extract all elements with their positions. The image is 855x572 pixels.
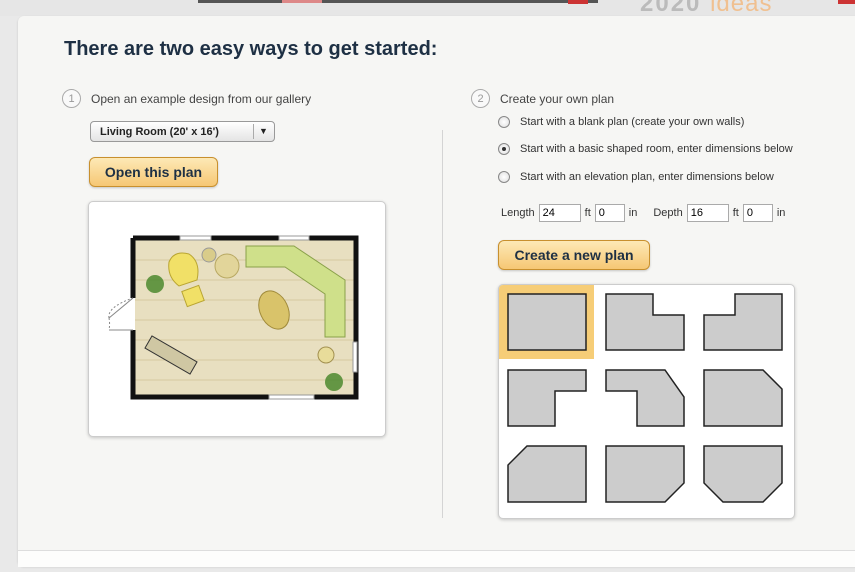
shape-notch-bottom-right[interactable] (499, 361, 594, 435)
room-shape-picker (498, 284, 795, 519)
page-title: There are two easy ways to get started: (64, 38, 438, 60)
length-inches-input[interactable] (594, 204, 625, 222)
inches-unit: in (776, 207, 786, 219)
option-blank-plan-label: Start with a blank plan (create your own… (520, 116, 745, 128)
option-elevation-plan[interactable]: Start with an elevation plan, enter dime… (498, 171, 774, 183)
top-highlight (282, 0, 322, 3)
step-two: 2 Create your own plan (471, 89, 614, 108)
inches-unit: in (628, 207, 638, 219)
shape-chamfer-bottom-corners[interactable] (695, 437, 790, 511)
length-label: Length (501, 207, 535, 219)
top-red-mark-right (838, 0, 855, 4)
depth-inches-input[interactable] (742, 204, 773, 222)
option-basic-shape-label: Start with a basic shaped room, enter di… (520, 143, 793, 155)
option-blank-plan[interactable]: Start with a blank plan (create your own… (498, 116, 744, 128)
shape-chamfer-bottom-right[interactable] (597, 437, 692, 511)
step-one-label: Open an example design from our gallery (91, 91, 312, 106)
radio-blank-plan[interactable] (498, 116, 510, 128)
top-red-mark (568, 0, 588, 4)
select-separator (253, 124, 254, 139)
shape-notch-left-chamfer[interactable] (597, 361, 692, 435)
step-two-label: Create your own plan (500, 91, 615, 106)
top-dark-bar (198, 0, 598, 3)
shape-notch-top-left[interactable] (695, 285, 790, 359)
step-number-badge: 2 (471, 89, 490, 108)
length-feet-input[interactable] (538, 204, 581, 222)
browser-top-strip: 2020 ideas (0, 0, 855, 17)
shape-notch-top-right[interactable] (597, 285, 692, 359)
option-basic-shape[interactable]: Start with a basic shaped room, enter di… (498, 143, 793, 155)
column-divider (442, 130, 443, 518)
gallery-select[interactable]: Living Room (20' x 16') ▼ (90, 121, 275, 142)
shape-chamfer-top-right[interactable] (695, 361, 790, 435)
depth-feet-input[interactable] (686, 204, 729, 222)
shape-rectangle[interactable] (499, 285, 594, 359)
feet-unit: ft (732, 207, 739, 219)
radio-elevation-plan[interactable] (498, 171, 510, 183)
radio-basic-shape[interactable] (498, 143, 510, 155)
option-elevation-plan-label: Start with an elevation plan, enter dime… (520, 171, 774, 183)
create-plan-button[interactable]: Create a new plan (498, 240, 650, 270)
plan-preview (88, 201, 386, 437)
depth-label: Depth (653, 207, 683, 219)
shape-chamfer-top-left[interactable] (499, 437, 594, 511)
step-one: 1 Open an example design from our galler… (62, 89, 311, 108)
panel-footer (18, 550, 855, 567)
feet-unit: ft (584, 207, 591, 219)
living-room-floorplan (108, 235, 359, 400)
dimensions-row: Length ft in Depth ft in (501, 204, 785, 222)
chevron-down-icon: ▼ (259, 126, 268, 136)
step-number-badge: 1 (62, 89, 81, 108)
open-plan-button[interactable]: Open this plan (89, 157, 218, 187)
gallery-select-value: Living Room (20' x 16') (100, 126, 219, 138)
